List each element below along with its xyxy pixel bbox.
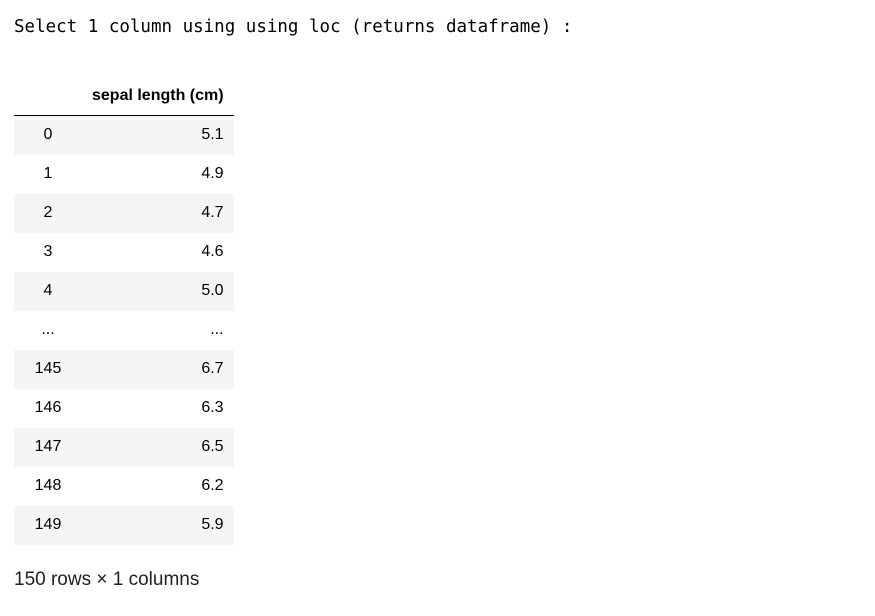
- table-row: 0 5.1: [14, 115, 234, 155]
- print-output-line: Select 1 column using using loc (returns…: [14, 17, 573, 37]
- row-index: 2: [43, 204, 53, 221]
- row-index: 1: [43, 165, 53, 182]
- table-row: 1 4.9: [14, 154, 234, 194]
- dataframe-shape-summary: 150 rows × 1 columns: [14, 569, 200, 590]
- row-index: 148: [34, 477, 62, 494]
- table-row: 148 6.2: [14, 466, 234, 506]
- table-row: 2 4.7: [14, 193, 234, 233]
- dataframe-header: sepal length (cm): [14, 77, 234, 116]
- cell-value: ...: [210, 321, 224, 338]
- row-index: 147: [34, 438, 62, 455]
- table-row: 4 5.0: [14, 271, 234, 311]
- cell-value: 5.0: [201, 282, 224, 299]
- column-header-sepal-length: sepal length (cm): [82, 77, 234, 116]
- cell-value: 4.6: [201, 243, 224, 260]
- row-index: ...: [41, 321, 55, 338]
- row-index: 146: [34, 399, 62, 416]
- row-index: 4: [43, 282, 53, 299]
- cell-value: 6.2: [201, 477, 224, 494]
- table-row: 3 4.6: [14, 232, 234, 272]
- cell-value: 5.1: [201, 126, 224, 144]
- dataframe-body: 0 5.1 1 4.9 2 4.7 3 4.6 4 5.0 ... ... 14…: [14, 115, 234, 545]
- row-index: 0: [43, 126, 53, 144]
- row-index: 3: [43, 243, 53, 260]
- cell-value: 6.3: [201, 399, 224, 416]
- header-row: sepal length (cm): [14, 77, 234, 116]
- table-row: 147 6.5: [14, 427, 234, 467]
- cell-value: 6.5: [201, 438, 224, 455]
- row-index: 149: [34, 516, 62, 533]
- cell-value: 4.7: [201, 204, 224, 221]
- dataframe-table: sepal length (cm) 0 5.1 1 4.9 2 4.7 3 4.…: [14, 77, 234, 545]
- table-row: 149 5.9: [14, 505, 234, 545]
- table-row: 146 6.3: [14, 388, 234, 428]
- row-index: 145: [34, 360, 62, 377]
- cell-value: 4.9: [201, 165, 224, 182]
- index-column-header: [14, 77, 82, 116]
- cell-value: 5.9: [201, 516, 224, 533]
- table-row-ellipsis: ... ...: [14, 310, 234, 350]
- table-row: 145 6.7: [14, 349, 234, 389]
- cell-value: 6.7: [201, 360, 224, 377]
